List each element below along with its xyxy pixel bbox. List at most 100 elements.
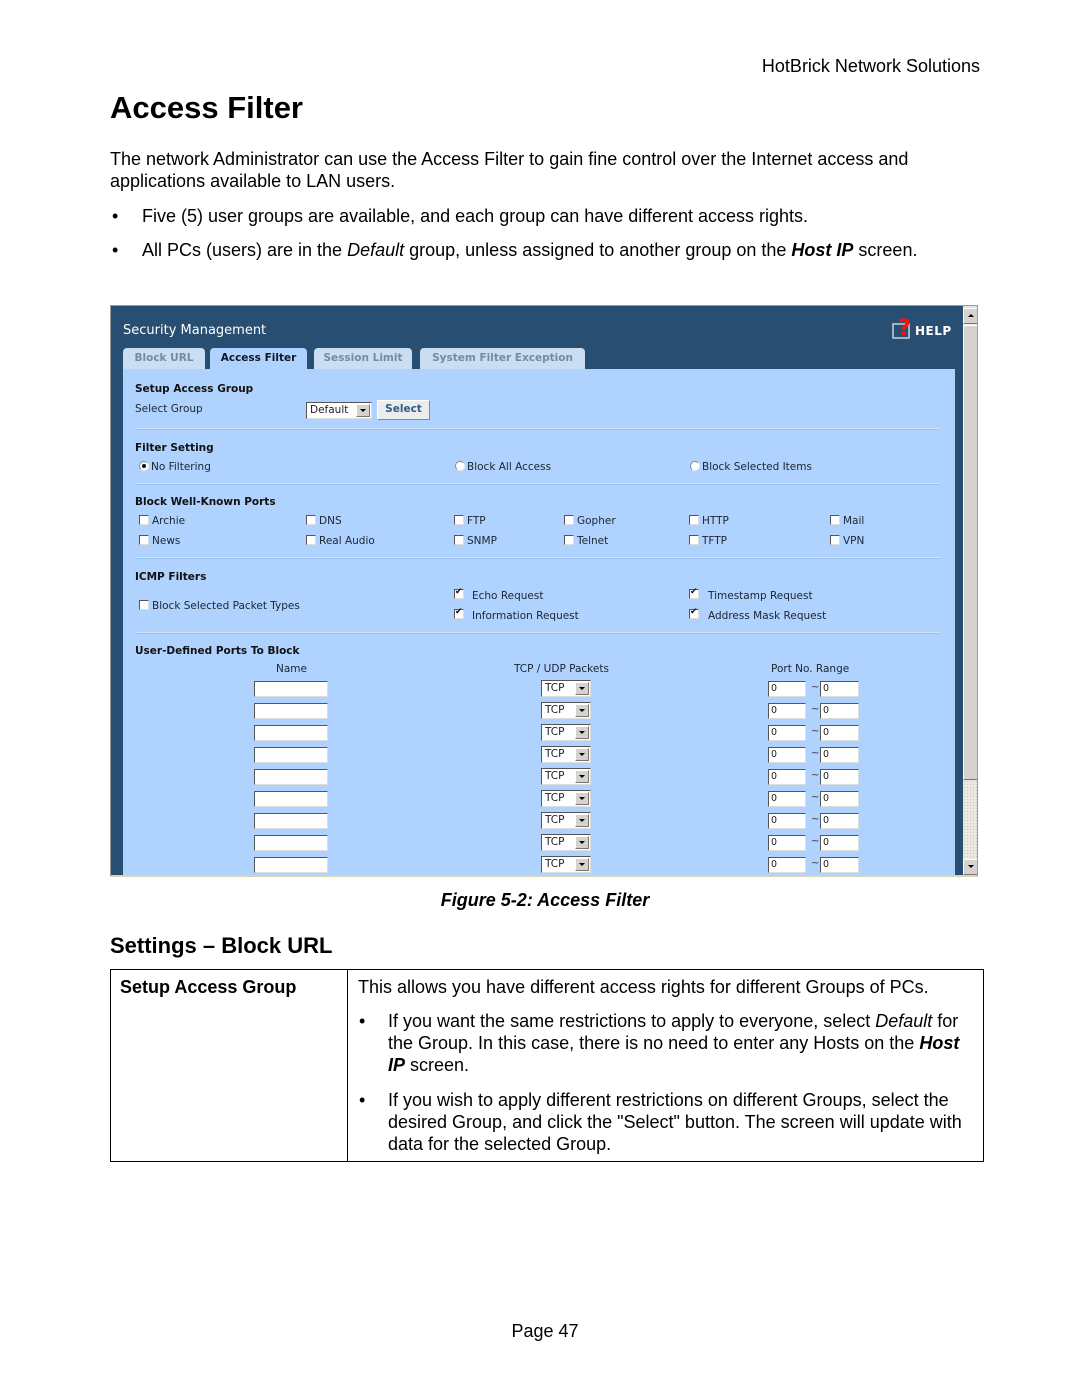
protocol-select[interactable]: TCP [541,856,591,873]
checkbox-real-audio[interactable] [306,535,316,545]
settings-term-cell [111,970,348,1161]
settings-bullet-list: • If you want the same restrictions to ap… [357,1010,977,1155]
port-to-input[interactable]: 0 [820,835,859,851]
port-label: DNS [319,515,342,527]
port-name-input[interactable] [254,681,328,697]
port-from-input[interactable]: 0 [768,835,806,851]
icmp-type-label: Address Mask Request [708,610,827,622]
checkbox-http[interactable] [689,515,699,525]
checkbox-telnet[interactable] [564,535,574,545]
security-management-screenshot: Security Management ? HELP Block URL Acc… [110,305,978,877]
security-management-title: Security Management [123,323,267,338]
protocol-select[interactable]: TCP [541,680,591,697]
group-select[interactable]: Default [306,402,372,419]
port-to-input[interactable]: 0 [820,681,859,697]
block-all-access-label: Block All Access [467,461,552,473]
intro-bullet-list: • All PCs (users) are in the Default grou… [110,239,990,261]
checkbox-echo-request[interactable] [454,587,464,599]
tab-block-url[interactable]: Block URL [123,348,205,370]
checkbox-vpn[interactable] [830,535,840,545]
radio-no-filtering[interactable] [139,461,149,471]
port-from-input[interactable]: 0 [768,813,806,829]
select-button[interactable]: Select [377,400,430,420]
checkbox-news[interactable] [139,535,149,545]
port-label: News [152,535,181,547]
radio-block-all-access[interactable] [455,461,465,471]
port-from-input[interactable]: 0 [768,725,806,741]
port-to-input[interactable]: 0 [820,813,859,829]
port-to-input[interactable]: 0 [820,703,859,719]
port-name-input[interactable] [254,703,328,719]
checkbox-information-request[interactable] [454,607,464,619]
help-button[interactable]: ? HELP [889,316,952,345]
protocol-select[interactable]: TCP [541,768,591,785]
divider [135,428,941,430]
port-to-input[interactable]: 0 [820,769,859,785]
intro-paragraph: The network Administrator can use the Ac… [110,149,909,191]
range-separator: ~ [811,858,820,869]
port-to-input[interactable]: 0 [820,725,859,741]
port-name-input[interactable] [254,835,328,851]
icmp-type-label: Information Request [472,610,579,622]
tab-system-filter-exception[interactable]: System Filter Exception [420,348,585,370]
checkbox-dns[interactable] [306,515,316,525]
column-protocol-header: TCP / UDP Packets [514,663,609,675]
scroll-down-arrow-icon[interactable] [963,859,977,875]
setup-access-group-heading: Setup Access Group [135,383,254,395]
port-label: SNMP [467,535,497,547]
settings-bullet: • If you want the same restrictions to ap… [359,1011,960,1075]
port-label: VPN [843,535,865,547]
scroll-up-arrow-icon[interactable] [963,308,977,324]
port-name-input[interactable] [254,791,328,807]
help-label: HELP [915,324,952,338]
company-header: HotBrick Network Solutions [761,56,980,76]
chevron-down-icon [575,858,589,871]
chevron-down-icon [575,836,589,849]
column-port-range-header: Port No. Range [771,663,850,675]
checkbox-archie[interactable] [139,515,149,525]
chevron-down-icon [575,682,589,695]
port-to-input[interactable]: 0 [820,857,859,873]
protocol-select[interactable]: TCP [541,834,591,851]
range-separator: ~ [811,726,820,737]
port-name-input[interactable] [254,725,328,741]
protocol-select[interactable]: TCP [541,790,591,807]
chevron-down-icon [575,770,589,783]
protocol-select[interactable]: TCP [541,812,591,829]
column-name-header: Name [276,663,307,675]
vertical-scrollbar[interactable] [963,306,977,875]
port-name-input[interactable] [254,747,328,763]
protocol-select[interactable]: TCP [541,702,591,719]
scrollbar-thumb[interactable] [963,325,977,780]
port-from-input[interactable]: 0 [768,769,806,785]
port-from-input[interactable]: 0 [768,703,806,719]
checkbox-mail[interactable] [830,515,840,525]
checkbox-snmp[interactable] [454,535,464,545]
port-from-input[interactable]: 0 [768,791,806,807]
radio-block-selected-items[interactable] [690,461,700,471]
port-from-input[interactable]: 0 [768,681,806,697]
range-separator: ~ [811,770,820,781]
checkbox-address-mask-request[interactable] [689,607,699,619]
port-name-input[interactable] [254,769,328,785]
protocol-select[interactable]: TCP [541,724,591,741]
checkbox-block-selected-packet-types[interactable] [139,600,149,610]
port-label: Real Audio [319,535,375,547]
port-label: Archie [152,515,186,527]
checkbox-ftp[interactable] [454,515,464,525]
port-label: TFTP [702,535,728,547]
checkbox-gopher[interactable] [564,515,574,525]
checkbox-timestamp-request[interactable] [689,587,699,599]
port-name-input[interactable] [254,813,328,829]
port-name-input[interactable] [254,857,328,873]
port-to-input[interactable]: 0 [820,791,859,807]
range-separator: ~ [811,704,820,715]
port-to-input[interactable]: 0 [820,747,859,763]
settings-description: This allows you have different access ri… [358,977,929,997]
port-label: Gopher [577,515,616,527]
port-from-input[interactable]: 0 [768,857,806,873]
checkbox-tftp[interactable] [689,535,699,545]
protocol-select[interactable]: TCP [541,746,591,763]
port-from-input[interactable]: 0 [768,747,806,763]
tab-session-limit[interactable]: Session Limit [314,348,412,370]
